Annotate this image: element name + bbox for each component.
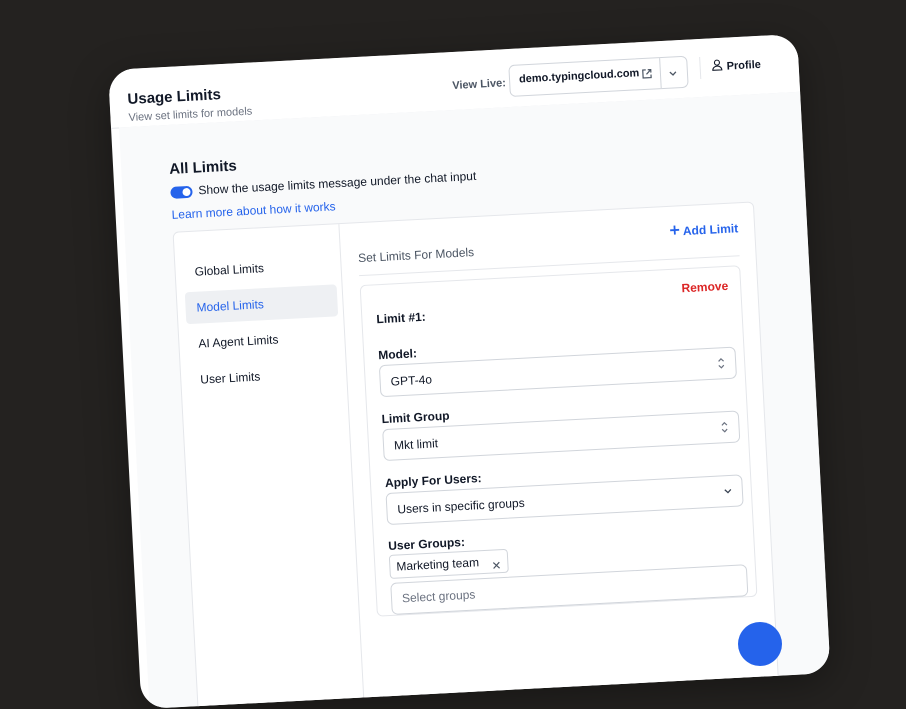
user-icon: [711, 58, 723, 77]
user-groups-label: User Groups:: [387, 534, 466, 553]
chevron-up-down-icon: [715, 356, 728, 376]
chevron-up-down-icon: [718, 420, 731, 440]
floating-action-button[interactable]: [738, 622, 782, 666]
content-area: All Limits Show the usage limits message…: [119, 91, 831, 709]
profile-label: Profile: [726, 58, 762, 73]
sidebar-item-label: AI Agent Limits: [198, 332, 279, 351]
learn-more-link[interactable]: Learn more about how it works: [171, 199, 336, 222]
limit-group-value: Mkt limit: [393, 436, 439, 453]
toggle-label: Show the usage limits message under the …: [198, 168, 477, 198]
limit-group-label: Limit Group: [381, 408, 450, 427]
model-select[interactable]: GPT-4o: [378, 346, 738, 398]
chevron-down-icon[interactable]: [667, 66, 680, 85]
url-divider: [659, 58, 662, 89]
user-group-chip: Marketing team: [388, 548, 509, 579]
apply-users-value: Users in specific groups: [397, 495, 525, 517]
plus-icon: [669, 224, 681, 239]
header-separator: [699, 56, 702, 80]
close-icon[interactable]: [491, 555, 502, 577]
view-live-selector[interactable]: demo.typingcloud.com: [508, 55, 689, 97]
view-live-url[interactable]: demo.typingcloud.com: [519, 67, 640, 85]
main-title: Set Limits For Models: [357, 245, 475, 266]
sidebar-item-model-limits[interactable]: Model Limits: [184, 284, 339, 325]
model-limits-main: Set Limits For Models Add Limit Limit #1…: [338, 202, 778, 703]
sidebar-item-global-limits[interactable]: Global Limits: [183, 248, 336, 288]
model-value: GPT-4o: [390, 372, 433, 389]
add-limit-button[interactable]: Add Limit: [669, 221, 739, 239]
sidebar-item-label: User Limits: [199, 369, 261, 387]
remove-limit-button[interactable]: Remove: [681, 279, 728, 295]
sidebar-item-user-limits[interactable]: User Limits: [189, 356, 342, 396]
apply-users-label: Apply For Users:: [384, 471, 482, 491]
external-link-icon[interactable]: [642, 66, 653, 84]
app-window: Usage Limits View set limits for models …: [108, 33, 831, 709]
sidebar-item-label: Model Limits: [196, 297, 265, 315]
view-live-label: View Live:: [451, 77, 507, 92]
user-group-chip-label: Marketing team: [396, 555, 480, 574]
usage-message-toggle[interactable]: [170, 185, 193, 199]
page-title: Usage Limits: [127, 86, 222, 109]
section-title: All Limits: [168, 157, 238, 178]
limits-sidebar: Global Limits Model Limits AI Agent Limi…: [173, 224, 365, 709]
limit-card-title: Limit #1:: [376, 309, 427, 327]
limit-card: Limit #1: Remove Model: GPT-4o Limit Gro…: [359, 265, 758, 617]
limits-panel: Global Limits Model Limits AI Agent Limi…: [172, 201, 779, 709]
sidebar-item-label: Global Limits: [194, 261, 265, 279]
sidebar-item-ai-agent-limits[interactable]: AI Agent Limits: [187, 320, 340, 360]
profile-button[interactable]: Profile: [711, 56, 761, 77]
add-limit-label: Add Limit: [682, 221, 739, 239]
model-label: Model:: [377, 346, 418, 363]
chevron-down-icon: [722, 484, 735, 504]
